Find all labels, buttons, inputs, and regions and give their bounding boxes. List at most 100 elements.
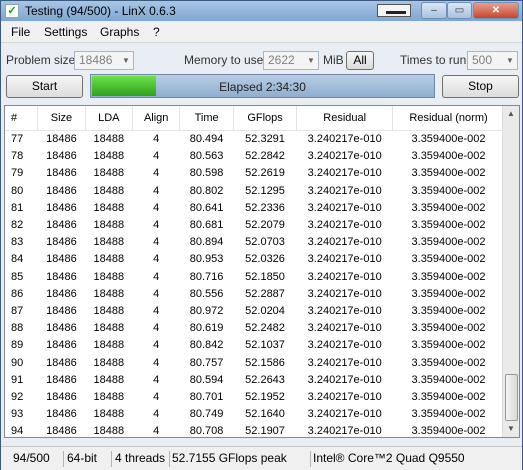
table-row[interactable]: 90 18486 18488 4 80.757 52.1586 3.240217e-010 3… [5, 354, 505, 371]
table-cell: 18486 [46, 201, 77, 214]
column-header[interactable]: Residual [296, 106, 394, 131]
memory-combo[interactable]: 2622 ▼ [263, 51, 319, 70]
table-cell: 80.749 [189, 408, 224, 421]
table-row[interactable]: 93 18486 18488 4 80.749 52.1640 3.240217e-010 3… [5, 406, 505, 423]
table-cell: 80.842 [189, 339, 224, 352]
table-cell: 80.757 [189, 356, 224, 369]
table-cell: 3.240217e-010 [307, 201, 382, 214]
table-cell: 18488 [93, 287, 125, 300]
table-cell: 3.359400e-002 [411, 304, 486, 317]
table-row[interactable]: 88 18486 18488 4 80.619 52.2482 3.240217e-010 3… [5, 320, 505, 337]
table-cell: 4 [153, 425, 160, 438]
table-cell: 52.2643 [245, 373, 285, 386]
column-header[interactable]: Size [37, 106, 86, 131]
table-cell: 52.1037 [245, 339, 285, 352]
table-cell: 52.2336 [245, 201, 285, 214]
table-cell: 82 [11, 219, 24, 232]
table-cell: 18486 [46, 219, 77, 232]
column-header[interactable]: Residual (norm) [392, 106, 505, 131]
linx-window: ✓ Testing (94/500) - LinX 0.6.3 – ▭ ✕ Fi… [0, 0, 523, 470]
table-cell: 18488 [93, 339, 125, 352]
results-table[interactable]: # Size LDA Align Time GFlops Residual Residual … [4, 105, 520, 438]
table-cell: 3.240217e-010 [307, 219, 382, 232]
table-row[interactable]: 92 18486 18488 4 80.701 52.1952 3.240217e-010 3… [5, 389, 505, 406]
table-cell: 85 [11, 270, 24, 283]
table-cell: 18488 [93, 390, 125, 403]
table-row[interactable]: 94 18486 18488 4 80.708 52.1907 3.240217e-010 3… [5, 423, 505, 438]
table-cell: 18488 [93, 150, 125, 163]
table-cell: 3.359400e-002 [411, 184, 486, 197]
table-header-row: # Size LDA Align Time GFlops Residual Residual … [5, 106, 505, 131]
menu-settings[interactable]: Settings [44, 25, 87, 39]
start-button[interactable]: Start [6, 75, 83, 98]
elapsed-time: Elapsed 2:34:30 [219, 80, 306, 94]
table-cell: 81 [11, 201, 24, 214]
vertical-scrollbar[interactable]: ▲ ▼ [502, 106, 519, 437]
menu-graphs[interactable]: Graphs [100, 25, 139, 39]
table-cell: 52.3291 [245, 133, 285, 146]
table-row[interactable]: 91 18486 18488 4 80.594 52.2643 3.240217e-010 3… [5, 372, 505, 389]
title-bar[interactable]: ✓ Testing (94/500) - LinX 0.6.3 – ▭ ✕ [1, 1, 522, 21]
table-row[interactable]: 87 18486 18488 4 80.972 52.0204 3.240217e-010 3… [5, 303, 505, 320]
table-cell: 18488 [93, 304, 125, 317]
table-row[interactable]: 82 18486 18488 4 80.681 52.2079 3.240217e-010 3… [5, 217, 505, 234]
table-row[interactable]: 83 18486 18488 4 80.894 52.0703 3.240217e-010 3… [5, 234, 505, 251]
scroll-up-icon[interactable]: ▲ [503, 106, 519, 122]
table-cell: 91 [11, 373, 24, 386]
table-cell: 4 [153, 287, 160, 300]
maximize-button[interactable]: ▭ [447, 2, 472, 19]
column-header[interactable]: LDA [85, 106, 134, 131]
times-to-run-label: Times to run: [400, 53, 470, 67]
problem-size-label: Problem size: [6, 53, 79, 67]
status-bar: 94/500 64-bit 4 threads 52.7155 GFlops p… [1, 446, 522, 470]
minimize-button[interactable]: – [421, 2, 447, 19]
status-cpu: Intel® Core™2 Quad Q9550 [313, 451, 465, 465]
table-cell: 84 [11, 253, 24, 266]
table-cell: 18486 [46, 167, 77, 180]
table-cell: 80.681 [189, 219, 224, 232]
table-cell: 4 [153, 322, 160, 335]
table-cell: 18488 [93, 133, 125, 146]
table-row[interactable]: 84 18486 18488 4 80.953 52.0326 3.240217e-010 3… [5, 251, 505, 268]
column-header[interactable]: # [5, 106, 39, 131]
table-cell: 18486 [46, 287, 77, 300]
memory-unit: MiB [323, 53, 344, 67]
table-cell: 18488 [93, 270, 125, 283]
table-cell: 87 [11, 304, 24, 317]
times-to-run-combo[interactable]: 500 ▼ [467, 51, 518, 70]
scroll-thumb[interactable] [505, 374, 518, 421]
table-cell: 4 [153, 304, 160, 317]
table-cell: 3.240217e-010 [307, 339, 382, 352]
close-button[interactable]: ✕ [473, 2, 519, 19]
status-threads: 4 threads [111, 451, 170, 467]
menu-file[interactable]: File [11, 25, 30, 39]
stop-button[interactable]: Stop [442, 75, 519, 98]
table-cell: 18486 [46, 339, 77, 352]
table-cell: 3.240217e-010 [307, 287, 382, 300]
table-row[interactable]: 77 18486 18488 4 80.494 52.3291 3.240217e-010 3… [5, 131, 505, 149]
table-cell: 4 [153, 201, 160, 214]
menu-help[interactable]: ? [153, 25, 160, 39]
table-row[interactable]: 80 18486 18488 4 80.802 52.1295 3.240217e-010 3… [5, 183, 505, 200]
column-header[interactable]: Time [179, 106, 234, 131]
all-memory-button[interactable]: All [346, 51, 374, 70]
table-row[interactable]: 79 18486 18488 4 80.598 52.2619 3.240217e-010 3… [5, 165, 505, 182]
table-cell: 18486 [46, 133, 77, 146]
table-cell: 78 [11, 150, 24, 163]
column-header[interactable]: Align [132, 106, 181, 131]
table-row[interactable]: 78 18486 18488 4 80.563 52.2842 3.240217e-010 3… [5, 148, 505, 165]
table-row[interactable]: 85 18486 18488 4 80.716 52.1850 3.240217e-010 3… [5, 269, 505, 286]
table-row[interactable]: 81 18486 18488 4 80.641 52.2336 3.240217e-010 3… [5, 200, 505, 217]
table-row[interactable]: 86 18486 18488 4 80.556 52.2887 3.240217e-010 3… [5, 286, 505, 303]
menu-bar: File Settings Graphs ? [1, 22, 522, 43]
table-cell: 4 [153, 373, 160, 386]
table-cell: 80 [11, 184, 24, 197]
table-row[interactable]: 89 18486 18488 4 80.842 52.1037 3.240217e-010 3… [5, 337, 505, 354]
times-to-run-value: 500 [472, 53, 493, 67]
table-cell: 52.2079 [245, 219, 285, 232]
scroll-down-icon[interactable]: ▼ [503, 421, 519, 437]
table-cell: 3.359400e-002 [411, 236, 486, 249]
column-header[interactable]: GFlops [233, 106, 298, 131]
problem-size-combo[interactable]: 18486 ▼ [74, 51, 134, 70]
tray-minimize-icon[interactable] [377, 4, 411, 17]
